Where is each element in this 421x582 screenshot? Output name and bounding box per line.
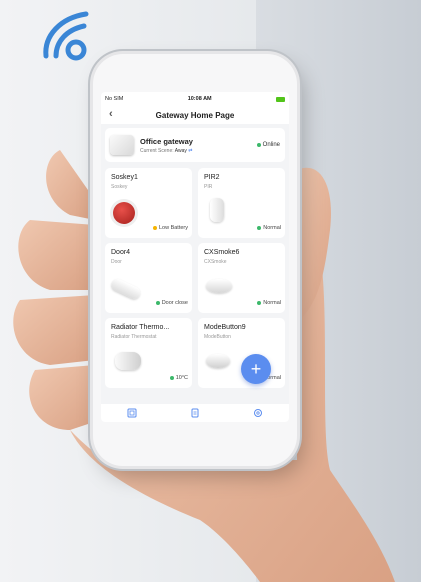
device-name: Soskey1 (111, 174, 138, 181)
smoke-detector-image (206, 279, 232, 293)
mode-button-image (206, 354, 230, 368)
device-status-label: 10°C (175, 375, 188, 381)
device-card[interactable]: Soskey1 Soskey Low Battery (105, 168, 192, 238)
pir-sensor-image (210, 198, 224, 222)
status-dot (169, 376, 174, 380)
device-type: Radiator Thermostat (111, 334, 157, 340)
online-dot (256, 143, 261, 147)
gateway-status: Online (256, 142, 280, 148)
device-card[interactable]: PIR2 PIR Normal (198, 168, 285, 238)
door-sensor-image (109, 277, 143, 301)
device-status-label: Normal (263, 300, 281, 306)
device-type: Door (111, 259, 122, 265)
device-name: PIR2 (204, 174, 220, 181)
device-status: Door close (155, 300, 188, 306)
add-device-button[interactable]: + (241, 354, 271, 384)
status-dot (155, 301, 160, 305)
status-dot (152, 226, 157, 230)
gateway-scene: Current Scene: Away ⇄ (140, 148, 257, 154)
gateway-card[interactable]: Office gateway Current Scene: Away ⇄ Onl… (105, 128, 285, 162)
gateway-status-label: Online (262, 142, 280, 148)
clock: 10:08 AM (187, 96, 212, 102)
device-name: ModeButton9 (204, 324, 246, 331)
back-icon[interactable]: ‹ (109, 108, 113, 120)
device-type: CXSmoke (204, 259, 227, 265)
page-title: Gateway Home Page (155, 110, 235, 120)
carrier-label: No SIM (105, 96, 124, 102)
log-icon[interactable] (190, 408, 200, 418)
status-icons (275, 96, 285, 102)
battery-icon (275, 96, 285, 102)
device-name: CXSmoke6 (204, 249, 240, 256)
device-type: ModeButton (204, 334, 231, 340)
sos-button-image (113, 202, 135, 224)
device-status: Normal (257, 300, 281, 306)
device-list-icon[interactable] (127, 408, 137, 418)
device-status-label: Door close (161, 300, 188, 306)
device-card[interactable]: Door4 Door Door close (105, 243, 192, 313)
status-dot (257, 226, 262, 230)
device-status: 10°C (169, 375, 188, 381)
tab-bar (101, 404, 289, 422)
scene-value: Away (174, 147, 187, 154)
device-status: Low Battery (152, 225, 188, 231)
device-card[interactable]: CXSmoke6 CXSmoke Normal (198, 243, 285, 313)
device-status-label: Low Battery (158, 225, 188, 231)
nav-bar: ‹ Gateway Home Page (101, 106, 289, 124)
device-name: Radiator Thermo... (111, 324, 170, 331)
app-screen: No SIM 10:08 AM ‹ Gateway Home Page Offi… (101, 92, 289, 422)
settings-icon[interactable] (253, 408, 263, 418)
device-type: Soskey (111, 184, 128, 190)
thermostat-image (115, 352, 141, 370)
device-status: Normal (257, 225, 281, 231)
device-card[interactable]: Radiator Thermo... Radiator Thermostat 1… (105, 318, 192, 388)
gateway-name: Office gateway (140, 136, 193, 146)
device-status-label: Normal (263, 225, 281, 231)
status-dot (257, 301, 262, 305)
device-card[interactable]: ModeButton9 ModeButton Normal (198, 318, 285, 388)
scene-label: Current Scene: (140, 147, 174, 154)
device-name: Door4 (111, 249, 131, 256)
gateway-device-image (110, 135, 134, 155)
device-type: PIR (204, 184, 213, 190)
status-bar: No SIM 10:08 AM (101, 92, 289, 106)
switch-scene-icon[interactable]: ⇄ (188, 148, 192, 154)
